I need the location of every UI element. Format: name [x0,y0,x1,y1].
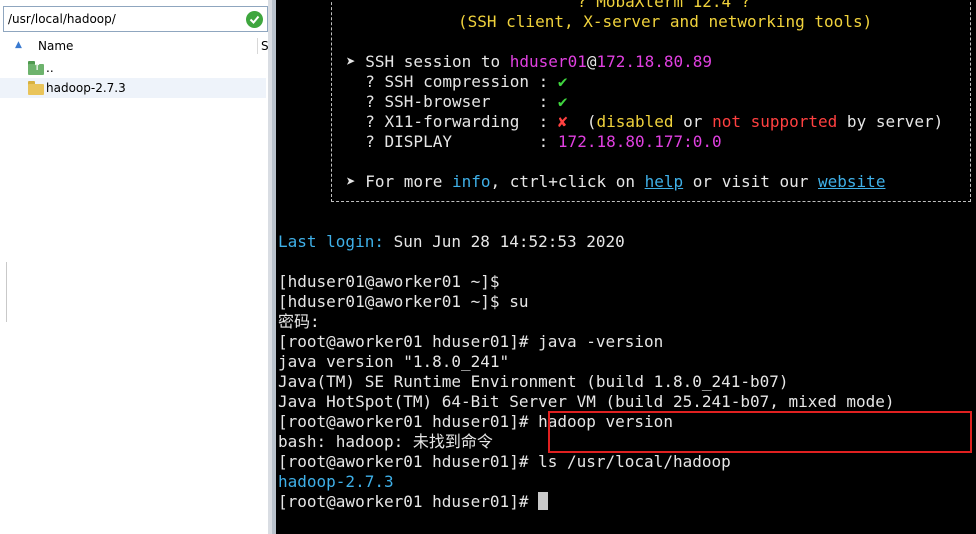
ssh-host: 172.18.80.89 [596,52,713,71]
x11-forwarding-line: ? X11-forwarding : ✘ (disabled or not su… [346,112,944,131]
panel-divider [0,262,7,322]
terminal-line: [root@aworker01 hduser01]# ls /usr/local… [278,452,731,471]
terminal[interactable]: ? MobaXterm 12.4 ? (SSH client, X-server… [276,0,976,534]
last-login-line: Last login: Sun Jun 28 14:52:53 2020 [278,232,625,251]
more-info-line: ➤ For more info, ctrl+click on help or v… [346,172,886,191]
file-name: hadoop-2.7.3 [46,81,126,95]
parent-folder-icon: ↑ [28,61,44,75]
ssh-browser-line: ? SSH-browser : ✔ [346,92,568,111]
help-link[interactable]: help [645,172,684,191]
website-link[interactable]: website [818,172,885,191]
cursor [538,492,549,510]
banner-subtitle: (SSH client, X-server and networking too… [458,12,873,31]
file-row-parent[interactable]: ↑ .. [0,58,266,78]
sort-ascending-icon[interactable]: ▲ [15,40,22,50]
column-name-header[interactable]: Name [38,39,73,53]
file-row-hadoop[interactable]: hadoop-2.7.3 [0,78,266,98]
path-ok-icon[interactable] [246,11,263,28]
ssh-user: hduser01 [509,52,587,71]
terminal-line: bash: hadoop: 未找到命令 [278,432,493,451]
column-header: ▲ Name S [0,36,271,56]
terminal-line: Java HotSpot(TM) 64-Bit Server VM (build… [278,392,895,411]
terminal-line: [hduser01@aworker01 ~]$ su [278,292,529,311]
ssh-compression-line: ? SSH compression : ✔ [346,72,568,91]
column-divider[interactable] [257,38,258,54]
file-name: .. [46,61,54,75]
folder-icon [28,81,44,95]
display-value: 172.18.80.177:0.0 [557,132,722,151]
prompt: [root@aworker01 hduser01]# [278,492,539,511]
ls-output: hadoop-2.7.3 [278,472,394,491]
terminal-line: 密码: [278,312,320,331]
terminal-line: [hduser01@aworker01 ~]$ [278,272,500,291]
display-line: ? DISPLAY : 172.18.80.177:0.0 [346,132,722,151]
cross-icon: ✘ [557,112,568,131]
path-input[interactable]: /usr/local/hadoop/ [3,6,268,32]
highlight-annotation-box [548,411,972,453]
file-browser-panel: /usr/local/hadoop/ ▲ Name S ↑ .. hadoop-… [0,0,271,534]
ssh-session-line: ➤ SSH session to hduser01@172.18.80.89 [346,52,713,71]
info-link[interactable]: info [452,172,491,191]
terminal-prompt-line[interactable]: [root@aworker01 hduser01]# [278,492,549,512]
terminal-line: Java(TM) SE Runtime Environment (build 1… [278,372,789,391]
check-icon: ✔ [557,72,568,91]
terminal-line: [root@aworker01 hduser01]# java -version [278,332,664,351]
banner-title: ? MobaXterm 12.4 ? [577,0,751,11]
terminal-line: java version "1.8.0_241" [278,352,510,371]
path-text: /usr/local/hadoop/ [8,12,116,26]
check-icon: ✔ [557,92,568,111]
